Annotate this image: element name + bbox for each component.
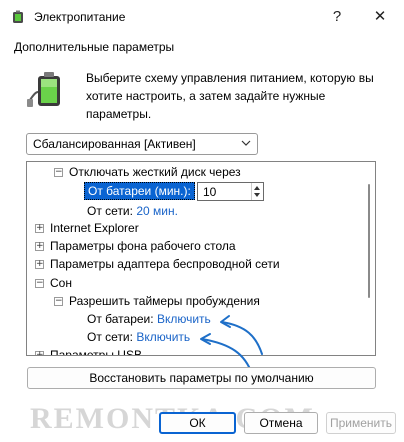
spin-up-icon[interactable] [254,186,260,190]
battery-icon [27,72,60,107]
close-button[interactable]: ✕ [364,4,396,30]
power-options-icon [13,10,23,23]
tree-scrollbar[interactable] [363,162,375,355]
wake-timers-ac-row: От сети: Включить [87,328,190,346]
help-button[interactable]: ? [323,4,351,30]
section-label: Дополнительные параметры [14,40,175,54]
expand-icon[interactable]: + [35,242,44,251]
tree-item-desktop-background[interactable]: Параметры фона рабочего стола [50,237,236,255]
description-text: Выберите схему управления питанием, кото… [86,71,374,121]
wake-timers-ac-label: От сети: [87,330,133,344]
harddisk-ac-label: От сети: [87,204,133,218]
expand-icon[interactable]: + [35,260,44,269]
expand-icon[interactable]: + [35,224,44,233]
collapse-icon[interactable]: − [54,297,63,306]
spin-buttons[interactable] [251,183,263,200]
tree-item-usb[interactable]: Параметры USB [50,346,142,355]
harddisk-battery-stepper[interactable]: 10 [197,182,264,201]
tree-item-harddisk[interactable]: Отключать жесткий диск через [69,163,241,181]
wake-timers-battery-row: От батареи: Включить [87,310,211,328]
collapse-icon[interactable]: − [35,279,44,288]
tree-item-wireless-adapter[interactable]: Параметры адаптера беспроводной сети [50,255,280,273]
power-scheme-dropdown[interactable]: Сбалансированная [Активен] [26,133,258,155]
cancel-button[interactable]: Отмена [244,412,318,434]
harddisk-battery-value: 10 [203,185,217,199]
chevron-down-icon [241,140,251,146]
collapse-icon[interactable]: − [54,168,63,177]
title-bar: Электропитание ? ✕ [0,0,404,34]
ok-button[interactable]: ОК [159,412,236,434]
wake-timers-battery-label: От батареи: [87,312,154,326]
harddisk-ac-row: От сети: 20 мин. [87,202,178,220]
wake-timers-ac-value[interactable]: Включить [136,330,190,344]
expand-icon[interactable]: + [35,351,44,355]
wake-timers-battery-value[interactable]: Включить [157,312,211,326]
harddisk-battery-label: От батареи (мин.): [84,182,195,200]
apply-button[interactable]: Применить [326,412,396,434]
power-scheme-value: Сбалансированная [Активен] [33,137,196,151]
window-title: Электропитание [34,10,126,24]
tree-item-wake-timers[interactable]: Разрешить таймеры пробуждения [69,292,260,310]
settings-tree[interactable]: − Отключать жесткий диск через От батаре… [26,161,376,356]
tree-item-sleep[interactable]: Сон [50,274,72,292]
restore-defaults-button[interactable]: Восстановить параметры по умолчанию [27,367,376,389]
tree-item-internet-explorer[interactable]: Internet Explorer [50,219,139,237]
harddisk-ac-value[interactable]: 20 мин. [136,204,178,218]
spin-down-icon[interactable] [254,193,260,197]
scroll-thumb[interactable] [368,184,370,298]
